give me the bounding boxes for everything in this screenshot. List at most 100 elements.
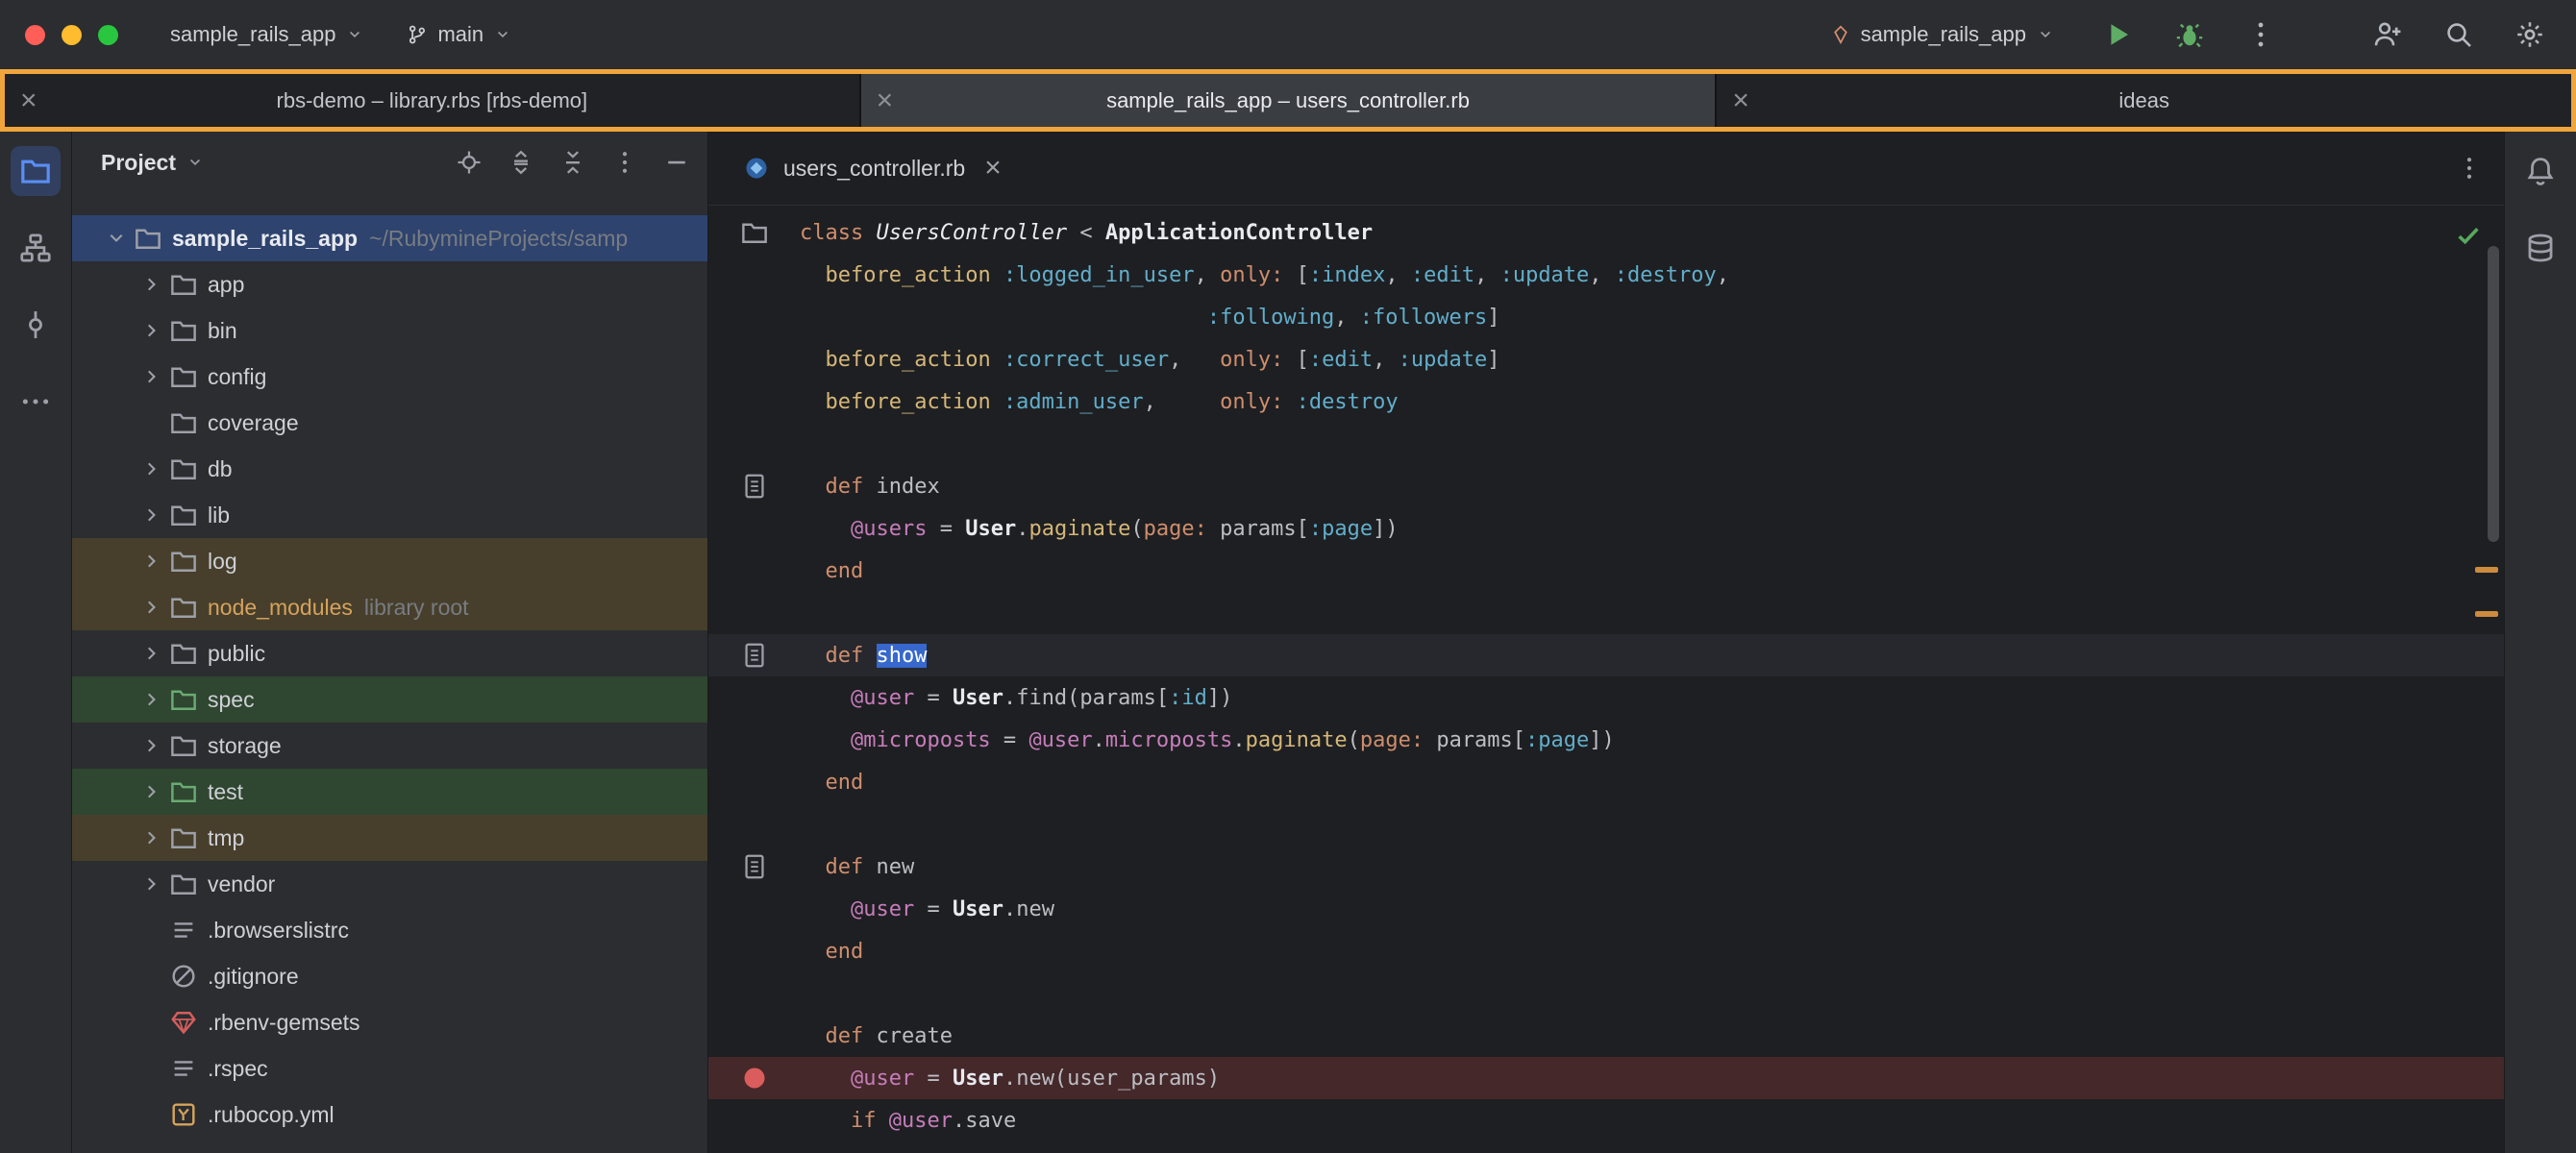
close-window-button[interactable] xyxy=(25,25,45,45)
bell-icon xyxy=(2524,155,2557,187)
fullscreen-window-button[interactable] xyxy=(98,25,118,45)
vcs-branch-widget[interactable]: main xyxy=(393,14,526,55)
chevron-right-icon[interactable] xyxy=(135,825,169,850)
panel-options-button[interactable] xyxy=(611,149,638,176)
breakpoint-icon[interactable] xyxy=(708,1064,800,1092)
tree-item-coverage[interactable]: coverage xyxy=(72,400,707,446)
code-line[interactable]: @users = User.paginate(page: params[:pag… xyxy=(708,507,2504,550)
tree-item-log[interactable]: log xyxy=(72,538,707,584)
chevron-right-icon[interactable] xyxy=(135,687,169,712)
chevron-right-icon[interactable] xyxy=(135,733,169,758)
tree-item-vendor[interactable]: vendor xyxy=(72,861,707,907)
editor-options-button[interactable] xyxy=(2456,155,2483,182)
tree-item-bin[interactable]: bin xyxy=(72,307,707,354)
run-button[interactable] xyxy=(2097,13,2140,56)
chevron-right-icon[interactable] xyxy=(135,549,169,574)
search-everywhere-button[interactable] xyxy=(2438,13,2480,56)
code-line[interactable]: :following, :followers] xyxy=(708,296,2504,338)
page-icon[interactable] xyxy=(708,852,800,881)
folder-icon xyxy=(19,155,52,187)
tree-item-spec[interactable]: spec xyxy=(72,676,707,723)
tree-item-node_modules[interactable]: node_moduleslibrary root xyxy=(72,584,707,630)
window-tab[interactable]: ×rbs-demo – library.rbs [rbs-demo] xyxy=(5,74,859,127)
chevron-right-icon[interactable] xyxy=(135,641,169,666)
code-line[interactable]: before_action :admin_user, only: :destro… xyxy=(708,380,2504,423)
chevron-right-icon[interactable] xyxy=(135,364,169,389)
inspections-status-icon[interactable] xyxy=(2454,221,2483,250)
chevron-right-icon[interactable] xyxy=(135,871,169,896)
chevron-right-icon[interactable] xyxy=(135,503,169,527)
window-tab[interactable]: ×ideas xyxy=(1715,74,2571,127)
debug-button[interactable] xyxy=(2168,13,2211,56)
settings-button[interactable] xyxy=(2509,13,2551,56)
tree-item-browserslistrc[interactable]: .browserslistrc xyxy=(72,907,707,953)
code-line[interactable]: end xyxy=(708,550,2504,592)
select-opened-file-button[interactable] xyxy=(456,149,483,176)
project-view-selector[interactable]: Project xyxy=(101,150,205,176)
chevron-right-icon[interactable] xyxy=(135,779,169,804)
code-line[interactable] xyxy=(708,972,2504,1015)
window-tab-close-button[interactable]: × xyxy=(1732,86,1749,115)
more-tool-windows-button[interactable] xyxy=(11,377,61,427)
tree-item-app[interactable]: app xyxy=(72,261,707,307)
tree-item-rbenv-gemsets[interactable]: .rbenv-gemsets xyxy=(72,999,707,1045)
tree-item-sample_rails_app[interactable]: sample_rails_app~/RubymineProjects/samp xyxy=(72,215,707,261)
page-icon[interactable] xyxy=(708,641,800,670)
code-editor[interactable]: class UsersController < ApplicationContr… xyxy=(708,206,2504,1153)
window-tab[interactable]: ×sample_rails_app – users_controller.rb xyxy=(859,74,1716,127)
code-line[interactable] xyxy=(708,592,2504,634)
code-line[interactable]: @user = User.new(user_params) xyxy=(708,1057,2504,1099)
collapse-all-button[interactable] xyxy=(559,149,586,176)
tree-item-config[interactable]: config xyxy=(72,354,707,400)
tree-item-rubocopyml[interactable]: .rubocop.yml xyxy=(72,1092,707,1138)
tree-item-rspec[interactable]: .rspec xyxy=(72,1045,707,1092)
code-line[interactable] xyxy=(708,423,2504,465)
chevron-right-icon[interactable] xyxy=(135,595,169,620)
close-tab-button[interactable]: × xyxy=(984,154,1002,183)
code-line[interactable]: class UsersController < ApplicationContr… xyxy=(708,211,2504,254)
minimize-window-button[interactable] xyxy=(62,25,82,45)
page-icon[interactable] xyxy=(708,472,800,501)
more-actions-button[interactable] xyxy=(2240,13,2282,56)
commit-tool-button[interactable] xyxy=(11,300,61,350)
code-line[interactable]: def new xyxy=(708,846,2504,888)
folder-icon[interactable] xyxy=(708,218,800,247)
code-line[interactable]: @user = User.find(params[:id]) xyxy=(708,676,2504,719)
chevron-down-icon[interactable] xyxy=(99,226,134,251)
tree-item-db[interactable]: db xyxy=(72,446,707,492)
code-with-me-button[interactable] xyxy=(2366,13,2409,56)
code-line[interactable]: before_action :logged_in_user, only: [:i… xyxy=(708,254,2504,296)
code-line[interactable]: def index xyxy=(708,465,2504,507)
code-line[interactable] xyxy=(708,803,2504,846)
code-line[interactable]: @microposts = @user.microposts.paginate(… xyxy=(708,719,2504,761)
code-line[interactable]: def show xyxy=(708,634,2504,676)
structure-tool-button[interactable] xyxy=(11,223,61,273)
code-line[interactable]: @user = User.new xyxy=(708,888,2504,930)
notifications-button[interactable] xyxy=(2515,146,2565,196)
tree-item-public[interactable]: public xyxy=(72,630,707,676)
window-tab-close-button[interactable]: × xyxy=(877,86,894,115)
code-line[interactable]: end xyxy=(708,761,2504,803)
chevron-right-icon[interactable] xyxy=(135,272,169,297)
person-add-icon xyxy=(2372,19,2403,50)
project-tool-button[interactable] xyxy=(11,146,61,196)
expand-all-button[interactable] xyxy=(508,149,534,176)
tree-item-tmp[interactable]: tmp xyxy=(72,815,707,861)
tree-item-gitignore[interactable]: .gitignore xyxy=(72,953,707,999)
editor-scrollbar[interactable] xyxy=(2488,246,2499,542)
chevron-right-icon[interactable] xyxy=(135,456,169,481)
run-configuration-selector[interactable]: sample_rails_app xyxy=(1817,14,2068,55)
hide-panel-button[interactable] xyxy=(663,149,690,176)
code-line[interactable]: before_action :correct_user, only: [:edi… xyxy=(708,338,2504,380)
database-tool-button[interactable] xyxy=(2515,223,2565,273)
code-line[interactable]: end xyxy=(708,930,2504,972)
chevron-right-icon[interactable] xyxy=(135,318,169,343)
tree-item-lib[interactable]: lib xyxy=(72,492,707,538)
window-tab-close-button[interactable]: × xyxy=(20,86,37,115)
code-line[interactable]: if @user.save xyxy=(708,1099,2504,1141)
tree-item-storage[interactable]: storage xyxy=(72,723,707,769)
editor-tab-users-controller[interactable]: users_controller.rb × xyxy=(733,132,1011,205)
project-widget[interactable]: sample_rails_app xyxy=(157,14,378,55)
tree-item-test[interactable]: test xyxy=(72,769,707,815)
code-line[interactable]: def create xyxy=(708,1015,2504,1057)
